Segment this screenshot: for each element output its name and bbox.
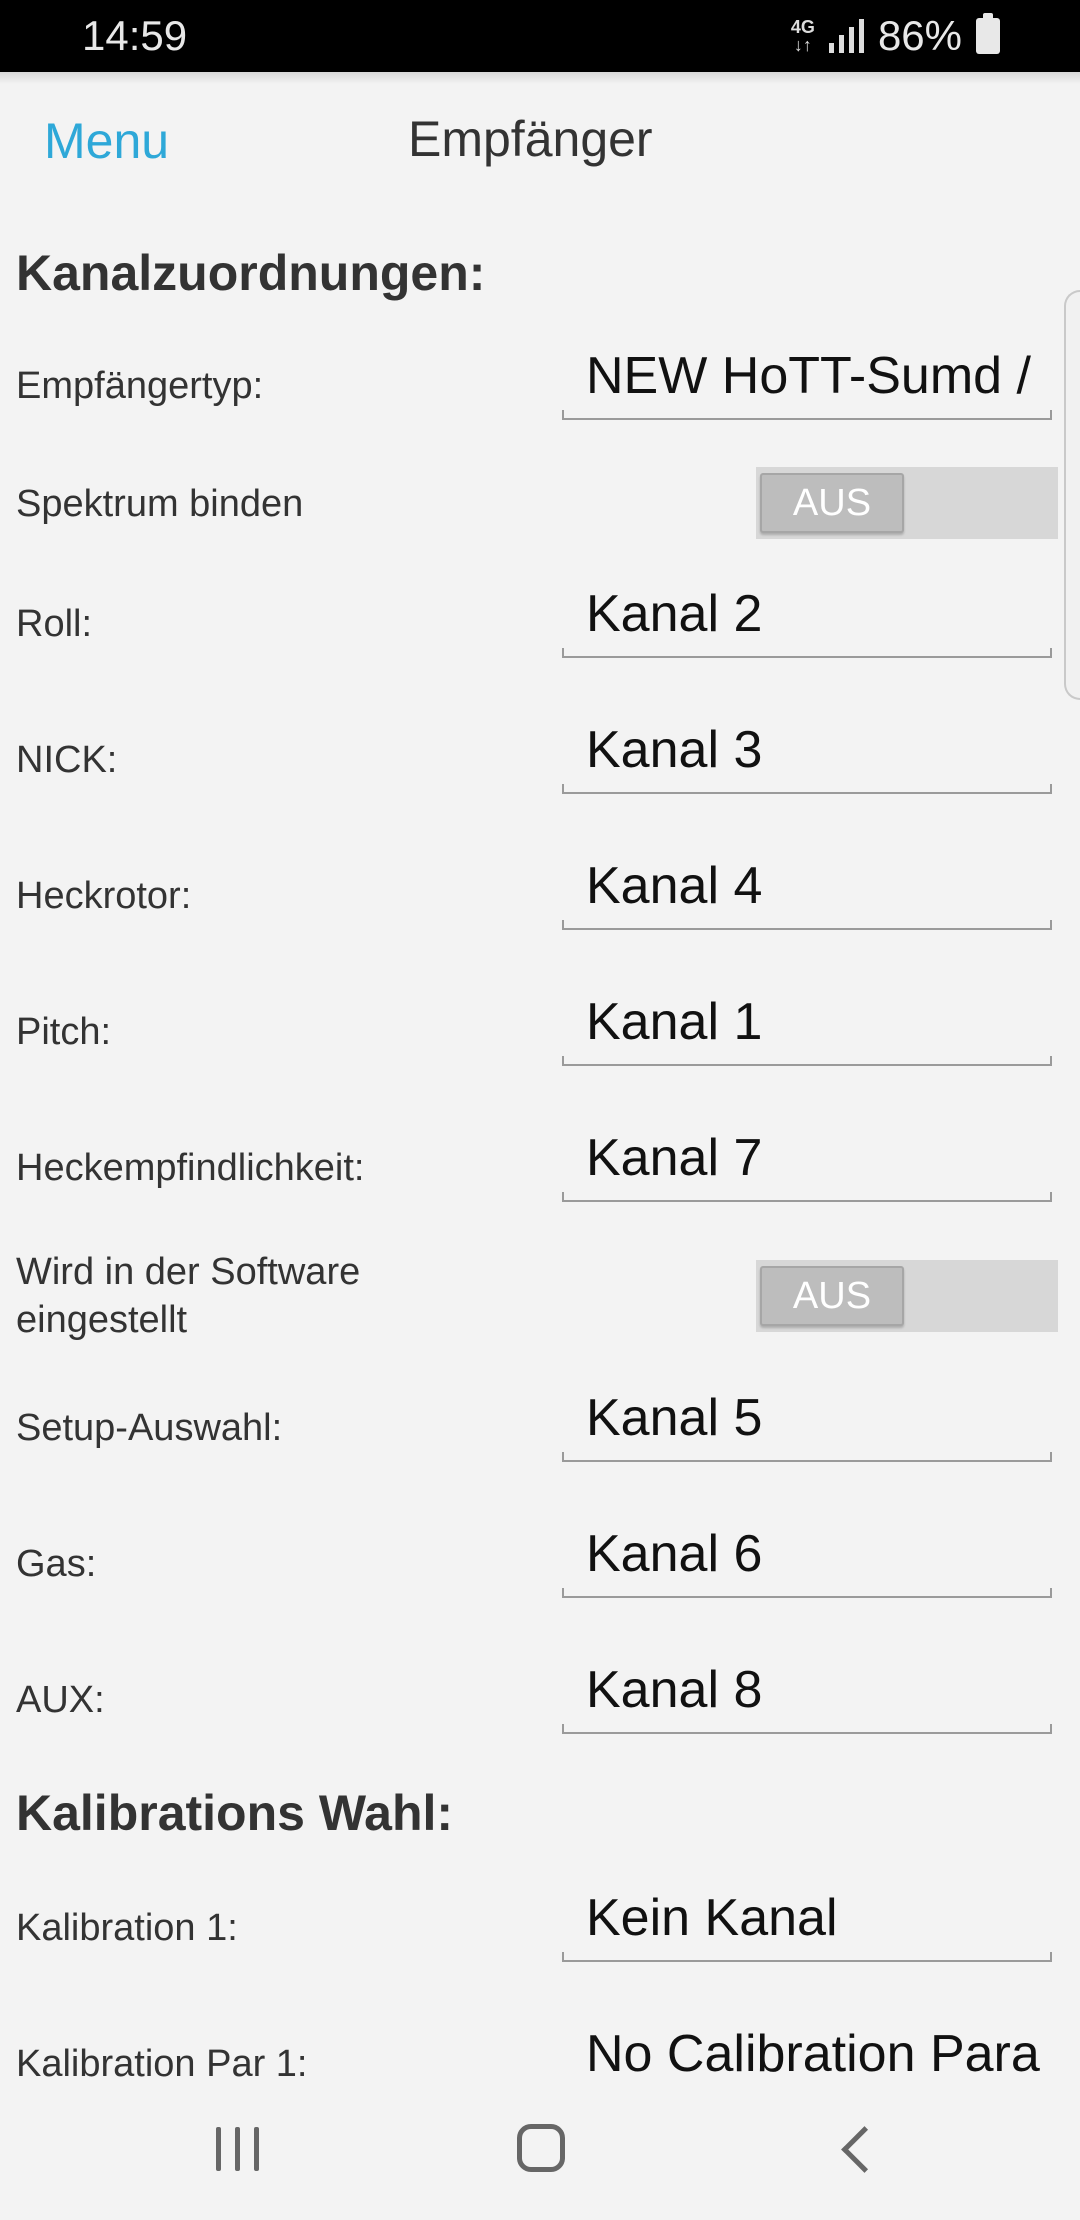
setup-select-label: Setup-Auswahl: [16, 1407, 283, 1449]
calibration-par-1-label: Kalibration Par 1: [16, 2043, 308, 2077]
network-type: 4G [790, 17, 815, 37]
tail-sensitivity-select[interactable]: Kanal 7 [562, 1129, 1052, 1202]
scroll-indicator[interactable] [1064, 290, 1080, 700]
roll-label: Roll: [16, 603, 93, 645]
section-title-calibration: Kalibrations Wahl: [16, 1785, 454, 1841]
signal-icon [828, 19, 864, 53]
settings-content[interactable]: Kanalzuordnungen: Empfängertyp: NEW HoTT… [0, 222, 1080, 2077]
spektrum-bind-toggle-knob: AUS [760, 473, 904, 533]
setup-select-value: Kanal 5 [586, 1389, 763, 1447]
receiver-type-label: Empfängertyp: [16, 365, 264, 407]
home-icon[interactable] [517, 2124, 565, 2172]
software-setting-toggle[interactable]: AUS [756, 1260, 1058, 1332]
network-icon: 4G ↓↑ [791, 18, 815, 54]
software-setting-label-line1: Wird in der Software [16, 1251, 361, 1293]
navigation-bar [0, 2077, 1080, 2220]
aux-value: Kanal 8 [586, 1661, 763, 1719]
tail-rotor-label: Heckrotor: [16, 875, 192, 917]
calibration-1-value: Kein Kanal [586, 1889, 838, 1947]
spektrum-bind-toggle[interactable]: AUS [756, 467, 1058, 539]
spektrum-bind-label: Spektrum binden [16, 483, 304, 525]
receiver-type-select[interactable]: NEW HoTT-Sumd / [562, 347, 1052, 420]
calibration-par-1-value: No Calibration Para [586, 2025, 1040, 2077]
tail-rotor-value: Kanal 4 [586, 857, 763, 915]
recent-apps-icon[interactable] [216, 2127, 259, 2171]
roll-value: Kanal 2 [586, 585, 763, 643]
tail-sensitivity-label: Heckempfindlichkeit: [16, 1147, 365, 1189]
menu-button[interactable]: Menu [44, 112, 169, 170]
data-arrows-icon: ↓↑ [793, 35, 812, 55]
header-shadow [0, 72, 1080, 84]
app-header: Menu Empfänger [0, 72, 1080, 222]
pitch-value: Kanal 1 [586, 993, 763, 1051]
battery-percent: 86% [877, 12, 962, 59]
page-title: Empfänger [408, 111, 653, 167]
receiver-type-value: NEW HoTT-Sumd / [586, 347, 1031, 405]
status-icons: 4G ↓↑ 86% [791, 12, 1000, 60]
pitch-select[interactable]: Kanal 1 [562, 993, 1052, 1066]
section-title-channels: Kanalzuordnungen: [16, 245, 486, 301]
gas-label: Gas: [16, 1543, 97, 1585]
back-icon[interactable] [836, 2127, 866, 2157]
software-setting-label-line2: eingestellt [16, 1299, 188, 1341]
software-setting-toggle-knob: AUS [760, 1266, 904, 1326]
tail-rotor-select[interactable]: Kanal 4 [562, 857, 1052, 930]
aux-select[interactable]: Kanal 8 [562, 1661, 1052, 1734]
calibration-1-label: Kalibration 1: [16, 1907, 238, 1949]
aux-label: AUX: [16, 1679, 105, 1721]
calibration-par-1-select[interactable]: No Calibration Para [562, 2025, 1052, 2077]
roll-select[interactable]: Kanal 2 [562, 585, 1052, 658]
software-setting-label: Wird in der Software eingestellt [16, 1248, 360, 1344]
gas-select[interactable]: Kanal 6 [562, 1525, 1052, 1598]
setup-select-select[interactable]: Kanal 5 [562, 1389, 1052, 1462]
battery-icon [976, 13, 1000, 54]
tail-sensitivity-value: Kanal 7 [586, 1129, 763, 1187]
status-bar: 14:59 4G ↓↑ 86% [0, 0, 1080, 72]
nick-select[interactable]: Kanal 3 [562, 721, 1052, 794]
nick-value: Kanal 3 [586, 721, 763, 779]
status-time: 14:59 [82, 12, 188, 59]
nick-label: NICK: [16, 739, 118, 781]
pitch-label: Pitch: [16, 1011, 112, 1053]
calibration-1-select[interactable]: Kein Kanal [562, 1889, 1052, 1962]
gas-value: Kanal 6 [586, 1525, 763, 1583]
